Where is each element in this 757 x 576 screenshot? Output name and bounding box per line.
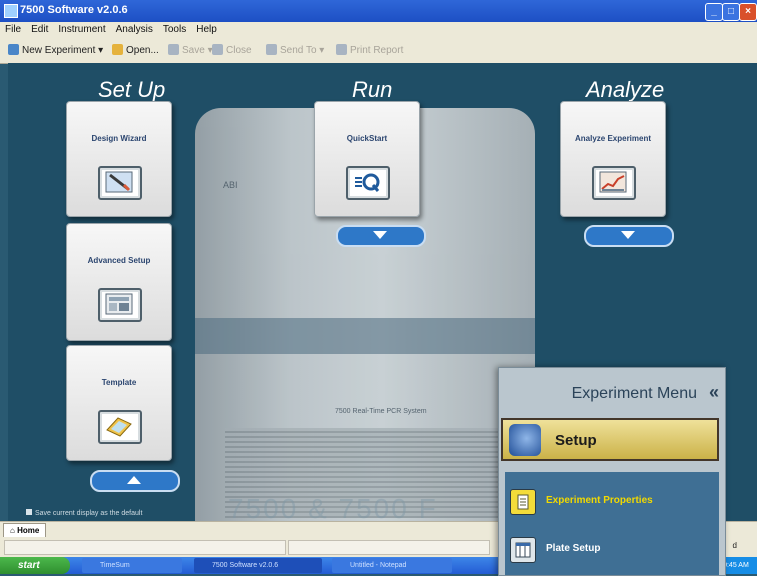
setup-icon xyxy=(509,424,541,456)
analyze-experiment-card[interactable]: Analyze Experiment xyxy=(560,101,666,217)
close-button[interactable]: × xyxy=(739,3,757,21)
print-report-label: Print Report xyxy=(350,45,404,56)
menu-bar: File Edit Instrument Analysis Tools Help xyxy=(0,22,757,39)
experiment-menu-header: Experiment Menu « xyxy=(499,368,725,413)
printer-icon xyxy=(336,44,347,55)
run-section-title: Run xyxy=(352,77,393,102)
new-experiment-label: New Experiment ▾ xyxy=(22,45,104,56)
design-wizard-label: Design Wizard xyxy=(91,134,147,143)
start-button[interactable]: start xyxy=(0,557,70,574)
plate-setup-icon xyxy=(510,537,536,563)
send-icon xyxy=(266,44,277,55)
analyze-experiment-label: Analyze Experiment xyxy=(574,134,652,143)
template-icon xyxy=(98,410,142,444)
status-field xyxy=(4,540,286,555)
home-icon: ⌂ xyxy=(10,526,18,535)
menu-item-plate-setup[interactable]: Plate Setup xyxy=(505,530,719,570)
send-to-button[interactable]: Send To ▾ xyxy=(266,44,324,58)
status-text: d xyxy=(732,541,737,550)
setup-collapse-button[interactable] xyxy=(90,470,180,492)
maximize-button[interactable]: □ xyxy=(722,3,740,21)
instrument-brand: ABI xyxy=(223,180,238,190)
app-icon xyxy=(4,4,18,18)
chevron-up-icon xyxy=(127,476,141,484)
experiment-properties-label: Experiment Properties xyxy=(546,495,653,506)
minimize-button[interactable]: _ xyxy=(705,3,723,21)
experiment-menu-panel: Experiment Menu « Setup Experiment Prope… xyxy=(498,367,726,576)
status-field-2 xyxy=(288,540,490,555)
task-7500-software[interactable]: 7500 Software v2.0.6 xyxy=(194,558,322,573)
experiment-properties-icon xyxy=(510,489,536,515)
checkbox-icon[interactable] xyxy=(26,509,32,515)
advanced-setup-card[interactable]: Advanced Setup xyxy=(66,223,172,341)
setup-menu-header[interactable]: Setup xyxy=(501,418,719,461)
instrument-stripe xyxy=(195,318,535,354)
menu-tools[interactable]: Tools xyxy=(158,22,191,35)
collapse-menu-icon[interactable]: « xyxy=(709,382,719,403)
setup-menu-label: Setup xyxy=(555,432,597,449)
menu-analysis[interactable]: Analysis xyxy=(111,22,158,35)
template-label: Template xyxy=(101,378,137,387)
analyze-experiment-icon xyxy=(592,166,636,200)
menu-instrument[interactable]: Instrument xyxy=(53,22,110,35)
design-wizard-icon xyxy=(98,166,142,200)
watermark-text: 7500 & 7500 F xyxy=(228,493,438,521)
plate-setup-label: Plate Setup xyxy=(546,543,601,554)
send-to-label: Send To ▾ xyxy=(280,45,325,56)
advanced-setup-label: Advanced Setup xyxy=(87,256,151,265)
tab-home-label: Home xyxy=(17,526,40,535)
close-label: Close xyxy=(226,45,252,56)
save-default-hint[interactable]: Save current display as the default xyxy=(26,509,142,517)
template-card[interactable]: Template xyxy=(66,345,172,461)
chevron-down-icon xyxy=(621,231,635,239)
close-experiment-button[interactable]: Close xyxy=(212,44,252,58)
window-title: 7500 Software v2.0.6 xyxy=(20,4,128,16)
new-experiment-button[interactable]: New Experiment ▾ xyxy=(8,44,103,58)
setup-section-title: Set Up xyxy=(98,77,166,102)
quickstart-label: QuickStart xyxy=(346,134,388,143)
chevron-down-icon xyxy=(373,231,387,239)
analyze-expand-button[interactable] xyxy=(584,225,674,247)
advanced-setup-icon xyxy=(98,288,142,322)
new-experiment-icon xyxy=(8,44,19,55)
quickstart-card[interactable]: QuickStart xyxy=(314,101,420,217)
menu-help[interactable]: Help xyxy=(191,22,222,35)
menu-edit[interactable]: Edit xyxy=(26,22,53,35)
close-doc-icon xyxy=(212,44,223,55)
analyze-section-title: Analyze xyxy=(586,77,665,102)
menu-item-experiment-properties[interactable]: Experiment Properties xyxy=(505,482,719,522)
experiment-menu-title: Experiment Menu xyxy=(571,385,697,402)
task-notepad[interactable]: Untitled - Notepad xyxy=(332,558,452,573)
instrument-model: 7500 Real-Time PCR System xyxy=(335,408,427,415)
save-icon xyxy=(168,44,179,55)
quickstart-icon xyxy=(346,166,390,200)
run-expand-button[interactable] xyxy=(336,225,426,247)
experiment-menu-list: Experiment Properties Plate Setup xyxy=(505,472,719,575)
open-button[interactable]: Open... xyxy=(112,44,159,58)
save-default-label: Save current display as the default xyxy=(35,510,143,517)
title-bar: 7500 Software v2.0.6 _ □ × xyxy=(0,0,757,22)
print-report-button[interactable]: Print Report xyxy=(336,44,403,58)
design-wizard-card[interactable]: Design Wizard xyxy=(66,101,172,217)
menu-file[interactable]: File xyxy=(0,22,26,35)
save-button[interactable]: Save ▾ xyxy=(168,44,213,58)
toolbar: New Experiment ▾ Open... Save ▾ Close Se… xyxy=(0,39,757,64)
folder-icon xyxy=(112,44,123,55)
open-label: Open... xyxy=(126,45,159,56)
save-label: Save ▾ xyxy=(182,45,213,56)
task-timesum[interactable]: TimeSum xyxy=(82,558,182,573)
tab-home[interactable]: ⌂ Home xyxy=(3,523,47,538)
